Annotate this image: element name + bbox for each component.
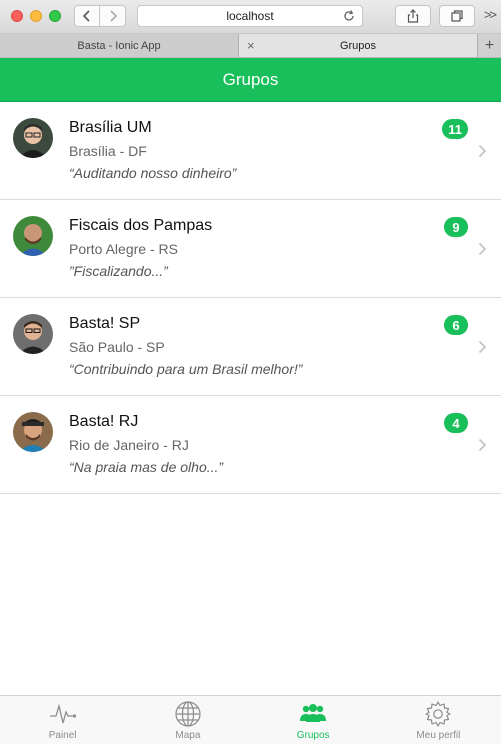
tab-meu-perfil[interactable]: Meu perfil <box>376 696 501 744</box>
avatar <box>13 216 53 256</box>
window-controls <box>11 10 61 22</box>
share-button[interactable] <box>395 5 431 27</box>
page-title: Grupos <box>222 69 279 89</box>
browser-tabs: Basta - Ionic App × Grupos + <box>0 34 501 58</box>
group-location: Rio de Janeiro - RJ <box>69 437 189 453</box>
group-name: Fiscais dos Pampas <box>69 217 213 234</box>
group-name: Basta! SP <box>69 315 141 332</box>
member-count-badge: 9 <box>444 217 468 237</box>
url-text: localhost <box>226 9 274 23</box>
group-item-basta-rj[interactable]: Basta! RJ Rio de Janeiro - RJ “Na praia … <box>0 396 501 494</box>
browser-tab-grupos[interactable]: × Grupos <box>239 34 477 57</box>
more-chevron-icon[interactable]: >> <box>484 7 497 22</box>
globe-icon <box>175 701 201 727</box>
avatar <box>13 314 53 354</box>
new-tab-button[interactable]: + <box>477 34 501 57</box>
group-item-fiscais[interactable]: Fiscais dos Pampas Porto Alegre - RS ”Fi… <box>0 200 501 298</box>
avatar <box>13 118 53 158</box>
group-item-basta-sp[interactable]: Basta! SP São Paulo - SP “Contribuindo p… <box>0 298 501 396</box>
group-name: Brasília UM <box>69 119 152 136</box>
address-bar[interactable]: localhost <box>137 5 363 27</box>
member-count-badge: 4 <box>444 413 468 433</box>
people-icon <box>300 704 327 722</box>
close-tab-icon[interactable]: × <box>247 38 255 53</box>
chevron-right-icon <box>109 10 117 22</box>
share-icon <box>407 9 419 23</box>
pulse-icon <box>49 703 76 724</box>
chevron-right-icon <box>478 438 487 452</box>
browser-toolbar: localhost >> <box>0 0 501 34</box>
close-window-button[interactable] <box>11 10 23 22</box>
group-location: Brasília - DF <box>69 143 147 159</box>
show-tabs-button[interactable] <box>439 5 475 27</box>
reload-icon[interactable] <box>342 9 356 23</box>
tab-label: Painel <box>48 730 77 741</box>
app-header: Grupos <box>0 58 501 102</box>
gear-icon <box>425 701 451 727</box>
group-name: Basta! RJ <box>69 413 139 430</box>
group-item-brasilia[interactable]: Brasília UM Brasília - DF “Auditando nos… <box>0 102 501 200</box>
tab-label: Grupos <box>296 730 330 741</box>
group-location: Porto Alegre - RS <box>69 241 178 257</box>
browser-tab-label: Basta - Ionic App <box>77 39 161 52</box>
browser-tab-label: Grupos <box>339 39 377 52</box>
tab-painel[interactable]: Painel <box>0 696 125 744</box>
chevron-left-icon <box>82 10 90 22</box>
tab-label: Mapa <box>175 730 201 741</box>
zoom-window-button[interactable] <box>49 10 61 22</box>
tab-grupos[interactable]: Grupos <box>251 696 376 744</box>
tab-mapa[interactable]: Mapa <box>125 696 250 744</box>
tabs-icon <box>451 10 463 22</box>
group-quote: “Na praia mas de olho...” <box>69 459 224 475</box>
group-location: São Paulo - SP <box>69 339 165 355</box>
avatar <box>13 412 53 452</box>
groups-list: Brasília UM Brasília - DF “Auditando nos… <box>0 102 501 494</box>
chevron-right-icon <box>478 144 487 158</box>
tab-label: Meu perfil <box>416 730 461 741</box>
group-quote: ”Fiscalizando...” <box>69 263 168 279</box>
back-button[interactable] <box>74 5 100 27</box>
member-count-badge: 6 <box>444 315 468 335</box>
member-count-badge: 11 <box>442 119 468 139</box>
chevron-right-icon <box>478 340 487 354</box>
browser-tab-basta[interactable]: Basta - Ionic App <box>0 34 239 57</box>
group-quote: “Auditando nosso dinheiro” <box>69 165 237 181</box>
chevron-right-icon <box>478 242 487 256</box>
forward-button[interactable] <box>100 5 126 27</box>
group-quote: “Contribuindo para um Brasil melhor!” <box>69 361 303 377</box>
minimize-window-button[interactable] <box>30 10 42 22</box>
bottom-tab-bar: Painel Mapa Grupos Meu perfil <box>0 695 501 744</box>
